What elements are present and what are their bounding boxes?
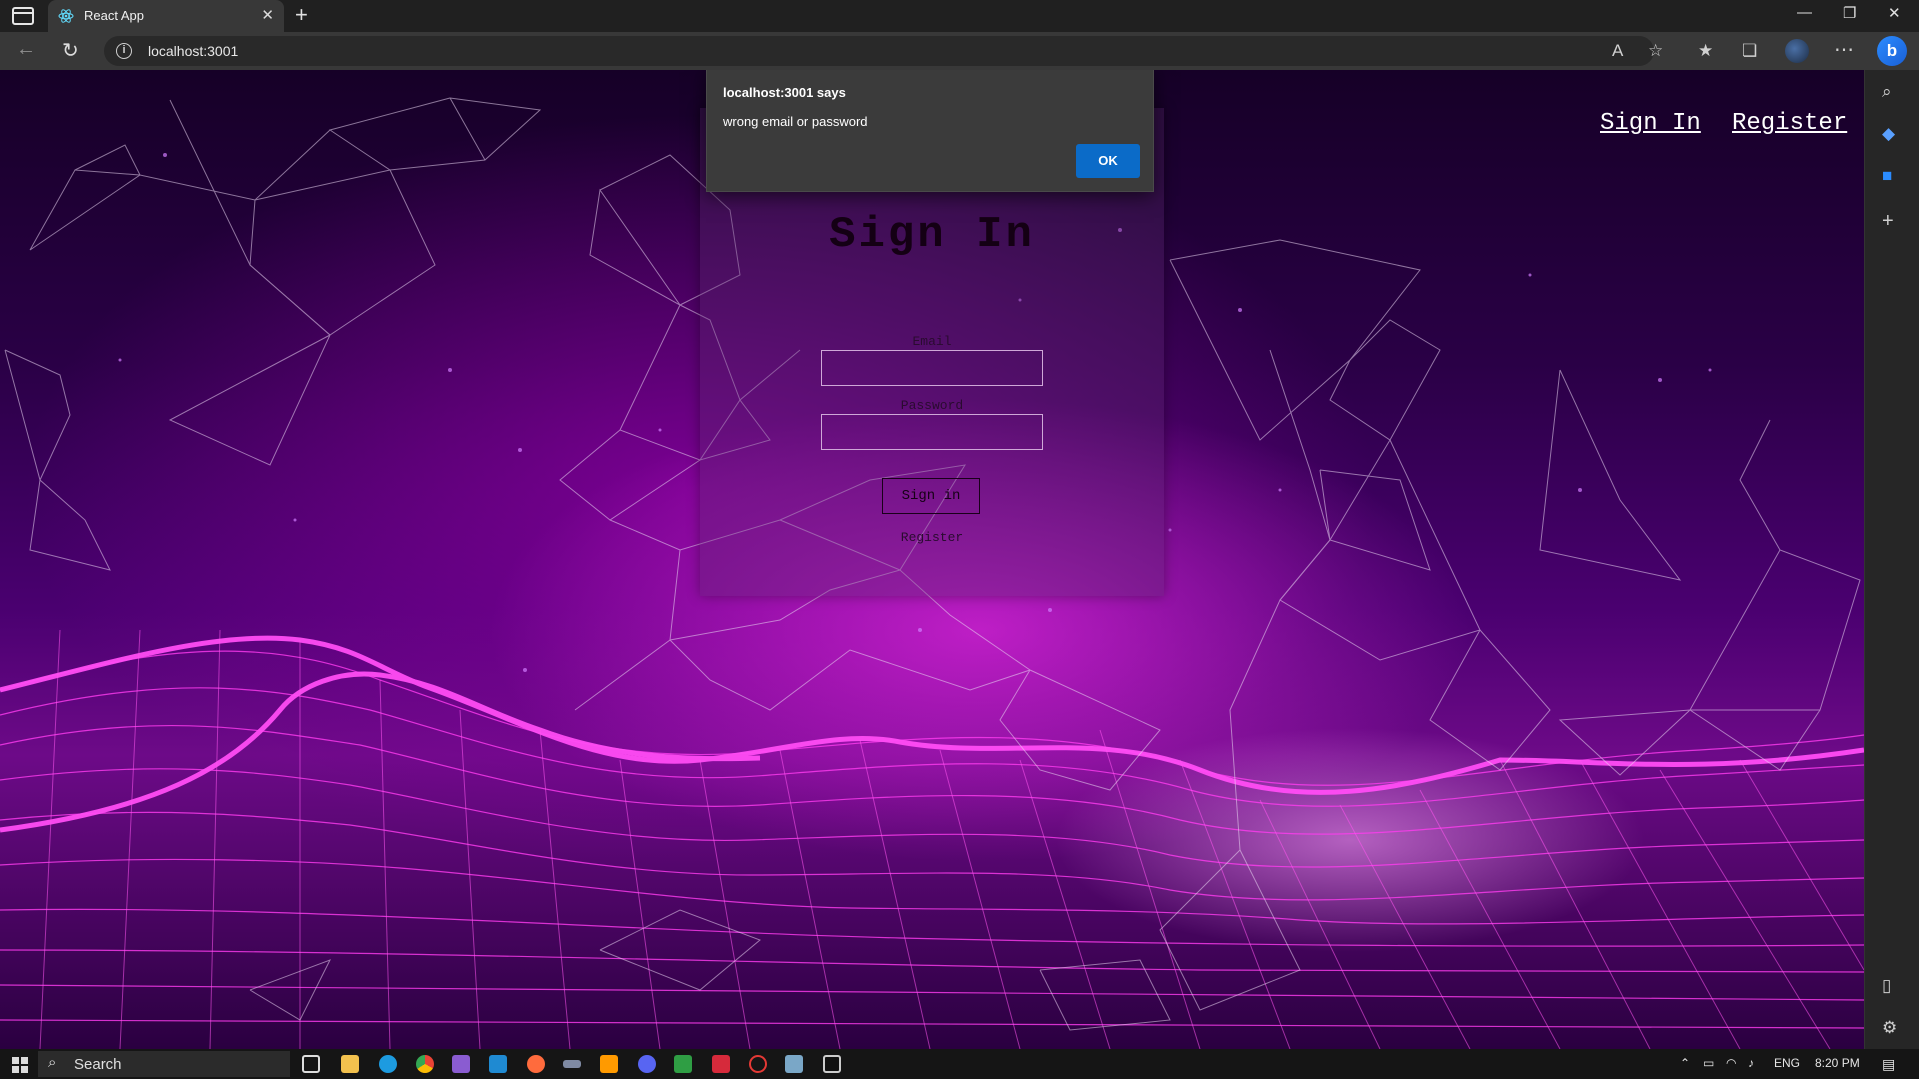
profile-avatar[interactable] bbox=[1785, 39, 1809, 63]
tab-actions-icon[interactable] bbox=[12, 7, 34, 25]
bing-copilot-icon[interactable]: b bbox=[1877, 36, 1907, 66]
nav-register-link[interactable]: Register bbox=[1732, 110, 1847, 137]
network-app-icon[interactable] bbox=[785, 1055, 803, 1073]
minimize-icon[interactable]: — bbox=[1797, 4, 1812, 21]
alert-dialog: localhost:3001 says wrong email or passw… bbox=[706, 70, 1154, 192]
browser-titlebar: React App ✕ + — ❐ ✕ bbox=[0, 0, 1919, 32]
address-bar[interactable]: i localhost:3001 bbox=[104, 36, 1654, 66]
collections-icon[interactable]: ❏ bbox=[1742, 41, 1757, 61]
discord-icon[interactable] bbox=[638, 1055, 656, 1073]
sign-in-button[interactable]: Sign in bbox=[882, 478, 980, 514]
email-field[interactable] bbox=[821, 350, 1043, 386]
taskbar-search-box[interactable]: ⌕ Search bbox=[38, 1051, 290, 1077]
password-label: Password bbox=[900, 398, 964, 413]
sidebar-search-icon[interactable]: ⌕ bbox=[1882, 82, 1892, 102]
postman-icon[interactable] bbox=[527, 1055, 545, 1073]
language-indicator[interactable]: ENG bbox=[1774, 1056, 1800, 1070]
taskbar-search-placeholder: Search bbox=[74, 1056, 122, 1073]
tab-title: React App bbox=[84, 8, 144, 23]
alert-message: wrong email or password bbox=[723, 114, 868, 129]
new-tab-button[interactable]: + bbox=[295, 2, 308, 28]
password-field[interactable] bbox=[821, 414, 1043, 450]
chart-app-icon[interactable] bbox=[674, 1055, 692, 1073]
red-app-icon[interactable] bbox=[712, 1055, 730, 1073]
alert-title: localhost:3001 says bbox=[723, 85, 846, 100]
task-view-icon[interactable] bbox=[302, 1055, 320, 1073]
visual-studio-icon[interactable] bbox=[452, 1055, 470, 1073]
sidebar-split-icon[interactable]: ▯ bbox=[1882, 976, 1891, 996]
search-icon: ⌕ bbox=[48, 1054, 57, 1071]
alert-ok-button[interactable]: OK bbox=[1076, 144, 1140, 178]
email-label: Email bbox=[912, 334, 952, 349]
back-icon[interactable]: ← bbox=[16, 38, 36, 61]
notifications-icon[interactable]: ▤ bbox=[1882, 1056, 1895, 1073]
tab-react-app[interactable]: React App ✕ bbox=[48, 0, 284, 32]
windows-taskbar: ⌕ Search ⌃ ▭ ◠ ♪ ENG 8:20 PM ▤ bbox=[0, 1049, 1919, 1079]
sidebar-outlook-icon[interactable]: ■ bbox=[1882, 166, 1892, 186]
sign-in-title: Sign In bbox=[829, 210, 1035, 260]
more-menu-icon[interactable]: ⋯ bbox=[1834, 37, 1854, 62]
url-text[interactable]: localhost:3001 bbox=[148, 43, 238, 59]
wifi-icon[interactable]: ◠ bbox=[1726, 1056, 1736, 1070]
site-info-icon[interactable]: i bbox=[116, 43, 132, 59]
page-viewport: Sign In Register Sign In Email Password … bbox=[0, 70, 1864, 1049]
app-icon-bar[interactable] bbox=[563, 1060, 581, 1068]
edge-browser-icon[interactable] bbox=[379, 1055, 397, 1073]
opera-icon[interactable] bbox=[749, 1055, 767, 1073]
vscode-icon[interactable] bbox=[489, 1055, 507, 1073]
volume-icon[interactable]: ♪ bbox=[1748, 1056, 1754, 1070]
browser-toolbar: ← ↻ i localhost:3001 A ☆ ★ ❏ ⋯ bbox=[0, 32, 1919, 70]
sidebar-games-icon[interactable]: ◆ bbox=[1882, 124, 1895, 144]
register-link[interactable]: Register bbox=[700, 530, 1164, 545]
tab-close-icon[interactable]: ✕ bbox=[261, 6, 274, 24]
read-aloud-icon[interactable]: A bbox=[1612, 41, 1623, 61]
nav-sign-in-link[interactable]: Sign In bbox=[1600, 110, 1701, 137]
refresh-icon[interactable]: ↻ bbox=[62, 38, 79, 63]
sidebar-add-icon[interactable]: + bbox=[1882, 210, 1894, 233]
restore-icon[interactable]: ❐ bbox=[1843, 4, 1856, 22]
favorites-icon[interactable]: ★ bbox=[1698, 41, 1713, 61]
file-explorer-icon[interactable] bbox=[341, 1055, 359, 1073]
react-icon bbox=[58, 9, 74, 23]
add-favorite-icon[interactable]: ☆ bbox=[1648, 41, 1663, 61]
windows-start-icon[interactable] bbox=[12, 1057, 28, 1073]
sidebar-settings-icon[interactable]: ⚙ bbox=[1882, 1018, 1897, 1038]
battery-icon[interactable]: ▭ bbox=[1703, 1056, 1714, 1070]
chrome-icon[interactable] bbox=[416, 1055, 434, 1073]
terminal-icon[interactable] bbox=[823, 1055, 841, 1073]
tray-chevron-icon[interactable]: ⌃ bbox=[1680, 1056, 1690, 1070]
clock-time[interactable]: 8:20 PM bbox=[1815, 1056, 1860, 1070]
sublime-icon[interactable] bbox=[600, 1055, 618, 1073]
close-window-icon[interactable]: ✕ bbox=[1888, 4, 1901, 22]
